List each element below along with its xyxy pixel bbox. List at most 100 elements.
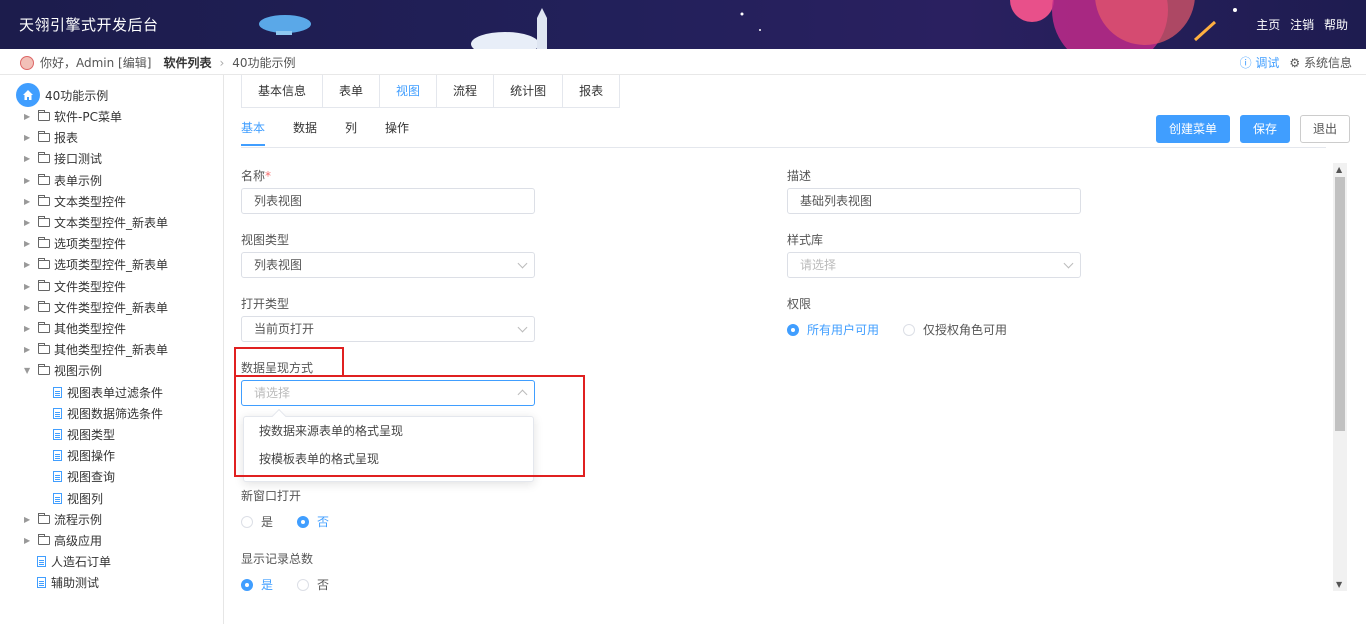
caret-right-icon[interactable]: ▶ xyxy=(24,260,36,269)
sidebar-item[interactable]: 视图类型 xyxy=(52,424,115,444)
sidebar-item[interactable]: ▶ 文件类型控件_新表单 xyxy=(24,297,168,317)
newwin-no-label: 否 xyxy=(317,515,330,529)
name-label-text: 名称 xyxy=(241,169,266,183)
name-input[interactable]: 列表视图 xyxy=(241,188,535,214)
caret-right-icon[interactable]: ▶ xyxy=(24,239,36,248)
folder-icon xyxy=(38,130,50,142)
caret-right-icon[interactable]: ▶ xyxy=(24,324,36,333)
tab-form[interactable]: 表单 xyxy=(323,75,381,107)
header-decoration xyxy=(259,0,1237,49)
subtab-data[interactable]: 数据 xyxy=(293,119,317,146)
sidebar-item[interactable]: ▶ 流程示例 xyxy=(24,509,102,529)
sidebar-item[interactable]: ▶ 接口测试 xyxy=(24,148,102,168)
tab-view[interactable]: 视图 xyxy=(380,75,438,107)
sidebar-item-label: 软件-PC菜单 xyxy=(54,109,122,124)
save-button[interactable]: 保存 xyxy=(1239,115,1290,143)
scroll-down-icon[interactable]: ▼ xyxy=(1336,580,1342,589)
sidebar-item[interactable]: 视图列 xyxy=(52,488,103,508)
sidebar-tree: 40功能示例 ▶ 软件-PC菜单 ▶ 报表 ▶ 接口测试 ▶ 表单示例 ▶ 文本类型控件 ▶ 文本类型… xyxy=(0,75,224,624)
nav-home[interactable]: 主页 xyxy=(1256,18,1280,32)
caret-right-icon[interactable]: ▶ xyxy=(24,303,36,312)
caret-right-icon[interactable]: ▶ xyxy=(24,154,36,163)
viewtype-select[interactable]: 列表视图 xyxy=(241,252,535,278)
sidebar-item[interactable]: 视图表单过滤条件 xyxy=(52,382,163,402)
sidebar-item[interactable]: ▶ 高级应用 xyxy=(24,530,102,550)
sidebar-item[interactable]: ▶ 报表 xyxy=(24,127,78,147)
subtab-actions[interactable]: 操作 xyxy=(385,119,409,146)
caret-right-icon[interactable]: ▶ xyxy=(24,197,36,206)
main-panel: 基本信息 表单 视图 流程 统计图 报表 基本 数据 列 操作 创建菜单 保存 … xyxy=(225,75,1366,624)
sidebar-item-label: 表单示例 xyxy=(54,173,103,188)
perm-radio-authorized[interactable]: 仅授权角色可用 xyxy=(903,321,1007,338)
nav-help[interactable]: 帮助 xyxy=(1324,18,1348,32)
sidebar-item[interactable]: ▶ 选项类型控件 xyxy=(24,233,126,253)
sidebar-item[interactable]: ▶ 文本类型控件_新表单 xyxy=(24,212,168,232)
caret-down-icon[interactable]: ▼ xyxy=(24,366,36,375)
tab-flow[interactable]: 流程 xyxy=(437,75,495,107)
exit-button[interactable]: 退出 xyxy=(1299,115,1350,143)
sidebar-item[interactable]: ▼ 视图示例 xyxy=(24,360,102,380)
caret-right-icon[interactable]: ▶ xyxy=(24,282,36,291)
sidebar-item[interactable]: ▶ 软件-PC菜单 xyxy=(24,106,122,126)
sidebar-item[interactable]: ▶ 其他类型控件 xyxy=(24,318,126,338)
nav-logout[interactable]: 注销 xyxy=(1290,18,1314,32)
perm-label: 权限 xyxy=(787,297,812,311)
top-tabs: 基本信息 表单 视图 流程 统计图 报表 xyxy=(241,75,621,108)
sidebar-item[interactable]: 视图数据筛选条件 xyxy=(52,403,163,423)
form-scrollbar[interactable]: ▲ ▼ xyxy=(1333,163,1347,591)
document-icon xyxy=(37,555,46,567)
tab-chart[interactable]: 统计图 xyxy=(494,75,564,107)
style-select[interactable]: 请选择 xyxy=(787,252,1081,278)
sidebar-item[interactable]: 视图查询 xyxy=(52,466,115,486)
newwin-yes-label: 是 xyxy=(261,515,274,529)
sidebar-item[interactable]: ▶ 文本类型控件 xyxy=(24,191,126,211)
scroll-thumb[interactable] xyxy=(1335,177,1345,431)
folder-icon xyxy=(38,173,50,185)
create-menu-button[interactable]: 创建菜单 xyxy=(1155,115,1230,143)
info-icon: ⓘ xyxy=(1239,56,1256,70)
sidebar-item[interactable]: ▶ 选项类型控件_新表单 xyxy=(24,254,168,274)
style-label: 样式库 xyxy=(787,233,824,247)
debug-label: 调试 xyxy=(1255,56,1280,70)
tab-basic-info[interactable]: 基本信息 xyxy=(242,75,324,107)
caret-right-icon[interactable]: ▶ xyxy=(24,133,36,142)
folder-icon xyxy=(38,512,50,524)
sidebar-item-label: 视图操作 xyxy=(67,448,116,463)
document-icon xyxy=(53,428,62,440)
tree-root[interactable]: 40功能示例 xyxy=(16,83,108,107)
sidebar-item[interactable]: ▶ 表单示例 xyxy=(24,170,102,190)
newwin-radio-no[interactable]: 否 xyxy=(297,513,329,530)
greeting-text[interactable]: 你好，Admin [编辑] xyxy=(40,54,151,71)
perm-radio-all[interactable]: 所有用户可用 xyxy=(787,321,879,338)
subtab-basic[interactable]: 基本 xyxy=(241,119,266,146)
sidebar-item-label: 视图查询 xyxy=(67,469,116,484)
tree-root-label: 40功能示例 xyxy=(45,88,109,103)
caret-right-icon[interactable]: ▶ xyxy=(24,536,36,545)
caret-right-icon[interactable]: ▶ xyxy=(24,218,36,227)
sysinfo-link[interactable]: ⚙ 系统信息 xyxy=(1289,54,1352,71)
caret-right-icon[interactable]: ▶ xyxy=(24,345,36,354)
caret-right-icon[interactable]: ▶ xyxy=(24,515,36,524)
tab-report[interactable]: 报表 xyxy=(563,75,619,107)
sidebar-item[interactable]: 辅助测试 xyxy=(24,572,99,592)
radio-dot xyxy=(297,515,309,528)
newwin-radio-yes[interactable]: 是 xyxy=(241,513,273,530)
subtab-columns[interactable]: 列 xyxy=(345,119,357,146)
sidebar-item[interactable]: ▶ 文件类型控件 xyxy=(24,276,126,296)
breadcrumb-actions: ⓘ 调试 ⚙ 系统信息 xyxy=(1240,54,1352,71)
breadcrumb-section[interactable]: 软件列表 xyxy=(163,54,211,71)
showcount-radio-yes[interactable]: 是 xyxy=(241,576,273,593)
sidebar-item-label: 高级应用 xyxy=(54,533,103,548)
debug-link[interactable]: ⓘ 调试 xyxy=(1240,54,1280,71)
sidebar-item[interactable]: ▶ 其他类型控件_新表单 xyxy=(24,339,168,359)
sidebar-item[interactable]: 视图操作 xyxy=(52,445,115,465)
desc-input[interactable]: 基础列表视图 xyxy=(787,188,1081,214)
sidebar-item[interactable]: 人造石订单 xyxy=(24,551,111,571)
caret-right-icon[interactable]: ▶ xyxy=(24,176,36,185)
scroll-up-icon[interactable]: ▲ xyxy=(1336,165,1342,174)
opentype-select[interactable]: 当前页打开 xyxy=(241,316,535,342)
showcount-radio-no[interactable]: 否 xyxy=(297,576,329,593)
caret-right-icon[interactable]: ▶ xyxy=(24,112,36,121)
top-header: 天翎引擎式开发后台 主页 注销 帮助 xyxy=(0,0,1366,49)
home-icon xyxy=(16,83,40,107)
